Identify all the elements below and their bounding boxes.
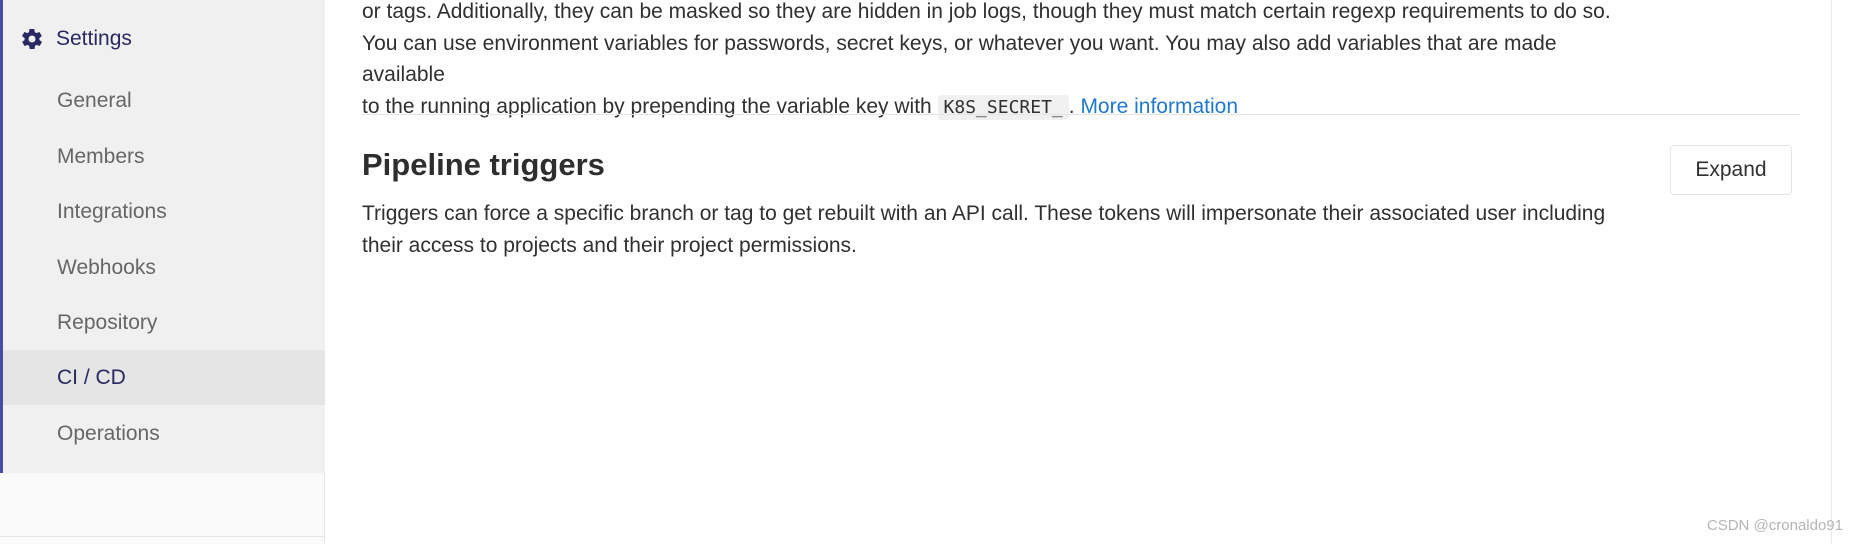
sidebar-item-ci-cd[interactable]: CI / CD: [3, 350, 325, 405]
k8s-secret-code: K8S_SECRET_: [937, 94, 1069, 120]
variables-line-1: or tags. Additionally, they can be maske…: [362, 0, 1611, 23]
sidebar-item-members[interactable]: Members: [3, 129, 325, 184]
pipeline-triggers-title: Pipeline triggers: [362, 147, 605, 182]
settings-header-label: Settings: [56, 27, 132, 50]
sidebar-item-integrations[interactable]: Integrations: [3, 184, 325, 239]
section-divider: [362, 114, 1800, 115]
settings-header[interactable]: Settings: [3, 14, 325, 64]
sidebar-item-operations[interactable]: Operations: [3, 406, 325, 461]
variables-description: or tags. Additionally, they can be maske…: [362, 0, 1632, 123]
content-right-border: [1831, 0, 1832, 544]
sidebar-item-repository[interactable]: Repository: [3, 295, 325, 350]
sidebar-item-webhooks[interactable]: Webhooks: [3, 240, 325, 295]
sidebar-item-general[interactable]: General: [3, 73, 325, 128]
page: Settings General Members Integrations We…: [0, 0, 1855, 544]
sidebar: Settings General Members Integrations We…: [0, 0, 325, 544]
variables-line-2: You can use environment variables for pa…: [362, 31, 1557, 87]
watermark: CSDN @cronaldo91: [1706, 517, 1843, 534]
settings-subnav: Settings General Members Integrations We…: [0, 0, 325, 473]
gear-icon: [22, 28, 42, 50]
pipeline-triggers-description: Triggers can force a specific branch or …: [362, 202, 1606, 257]
expand-button[interactable]: Expand: [1670, 145, 1792, 195]
main-content: or tags. Additionally, they can be maske…: [362, 0, 1802, 544]
sidebar-bottom-divider: [0, 536, 325, 537]
